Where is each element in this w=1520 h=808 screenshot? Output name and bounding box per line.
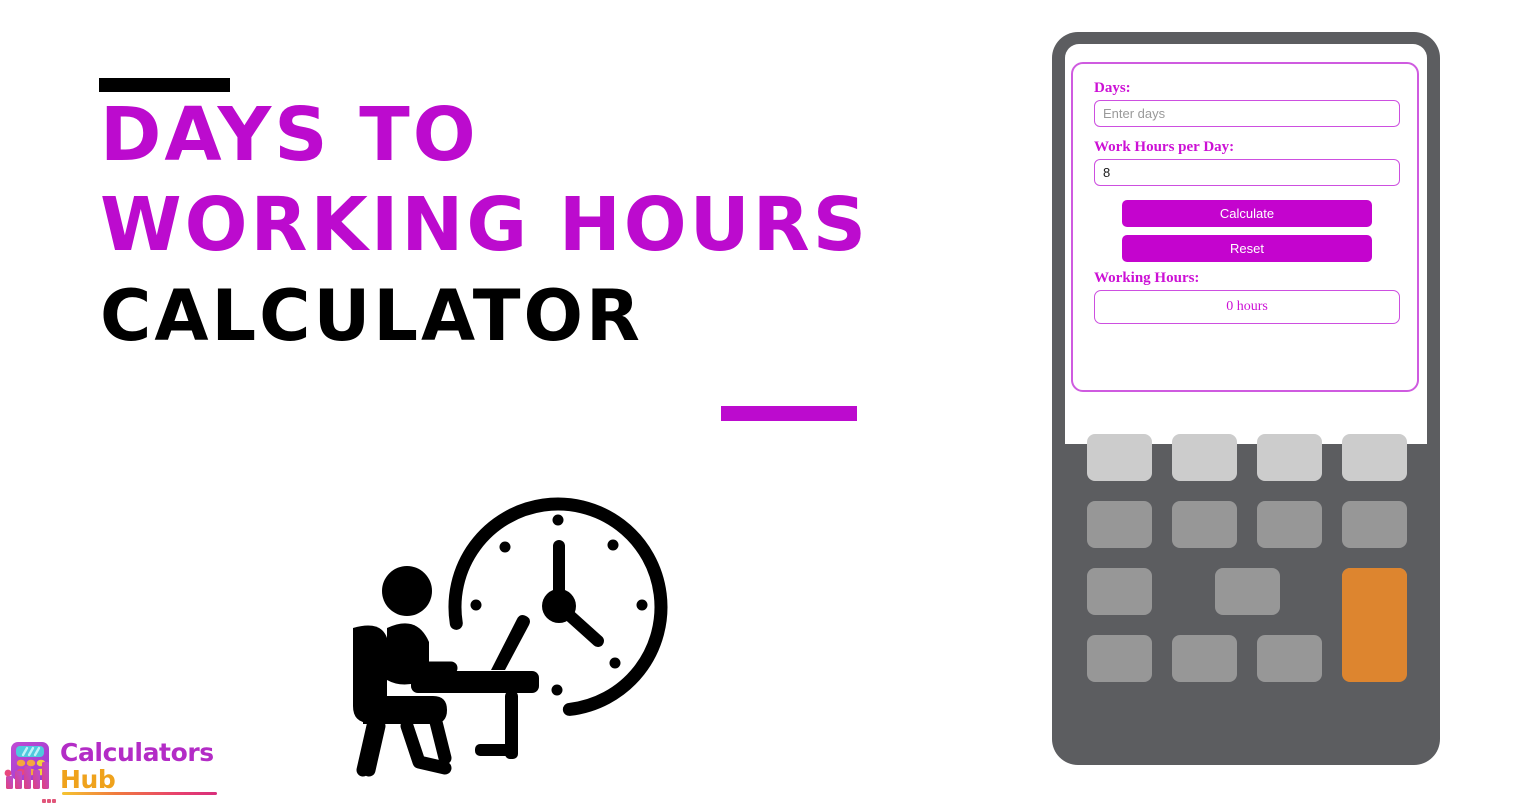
logo-underline bbox=[62, 792, 217, 795]
keypad-key[interactable] bbox=[1172, 635, 1237, 682]
title-line-3: CALCULATOR bbox=[100, 274, 643, 357]
keypad-key[interactable] bbox=[1257, 635, 1322, 682]
page-title: DAYS TO WORKING HOURS CALCULATOR bbox=[100, 92, 980, 357]
keypad-key[interactable] bbox=[1087, 434, 1152, 481]
keypad-row-2 bbox=[1087, 501, 1407, 548]
keypad-row-1 bbox=[1087, 434, 1407, 481]
working-hours-label: Working Hours: bbox=[1094, 270, 1200, 286]
keypad-key[interactable] bbox=[1342, 501, 1407, 548]
working-hours-result: 0 hours bbox=[1094, 290, 1400, 324]
logo-word-calculators: Calculators bbox=[60, 738, 214, 767]
calculator-keypad bbox=[1087, 434, 1407, 734]
days-input[interactable] bbox=[1094, 100, 1400, 127]
keypad-key[interactable] bbox=[1087, 568, 1152, 615]
days-field-block: Days: bbox=[1094, 80, 1400, 127]
result-block: Working Hours: 0 hours bbox=[1094, 270, 1400, 324]
calculator-device: Days: Work Hours per Day: Calculate Rese… bbox=[1052, 32, 1440, 765]
keypad-accent-key-wrap bbox=[1342, 568, 1407, 682]
work-hours-per-day-input[interactable] bbox=[1094, 159, 1400, 186]
days-label: Days: bbox=[1094, 80, 1131, 96]
hero-section: DAYS TO WORKING HOURS CALCULATOR Calcula… bbox=[0, 0, 1000, 803]
keypad-equals-key[interactable] bbox=[1342, 568, 1407, 682]
keypad-key[interactable] bbox=[1087, 635, 1152, 682]
keypad-key[interactable] bbox=[1087, 501, 1152, 548]
keypad-key[interactable] bbox=[1214, 568, 1280, 615]
work-hours-field-block: Work Hours per Day: bbox=[1094, 139, 1400, 186]
logo-word-hub: Hub bbox=[60, 765, 116, 794]
brand-logo[interactable]: Calculators Hub bbox=[4, 740, 220, 803]
keypad-key[interactable] bbox=[1257, 434, 1322, 481]
keypad-key[interactable] bbox=[1172, 501, 1237, 548]
logo-dots-decoration bbox=[42, 790, 60, 803]
calculate-button[interactable]: Calculate bbox=[1122, 200, 1372, 227]
title-line-2: WORKING HOURS bbox=[100, 182, 870, 269]
brand-logo-text: Calculators Hub bbox=[60, 740, 220, 792]
work-hours-per-day-label: Work Hours per Day: bbox=[1094, 139, 1235, 155]
form-button-group: Calculate Reset bbox=[1094, 200, 1400, 262]
accent-bar-bottom bbox=[721, 406, 857, 421]
keypad-row-3 bbox=[1087, 568, 1407, 682]
keypad-key[interactable] bbox=[1172, 434, 1237, 481]
reset-button[interactable]: Reset bbox=[1122, 235, 1372, 262]
accent-bar-top bbox=[99, 78, 230, 92]
calculator-screen: Days: Work Hours per Day: Calculate Rese… bbox=[1065, 44, 1427, 444]
person-working-with-clock-icon bbox=[345, 478, 690, 788]
title-line-1: DAYS TO bbox=[100, 92, 479, 178]
calculator-form-card: Days: Work Hours per Day: Calculate Rese… bbox=[1071, 62, 1419, 392]
calculator-form: Days: Work Hours per Day: Calculate Rese… bbox=[1094, 80, 1400, 324]
keypad-key[interactable] bbox=[1342, 434, 1407, 481]
calculator-logo-icon bbox=[4, 740, 60, 792]
keypad-key[interactable] bbox=[1257, 501, 1322, 548]
